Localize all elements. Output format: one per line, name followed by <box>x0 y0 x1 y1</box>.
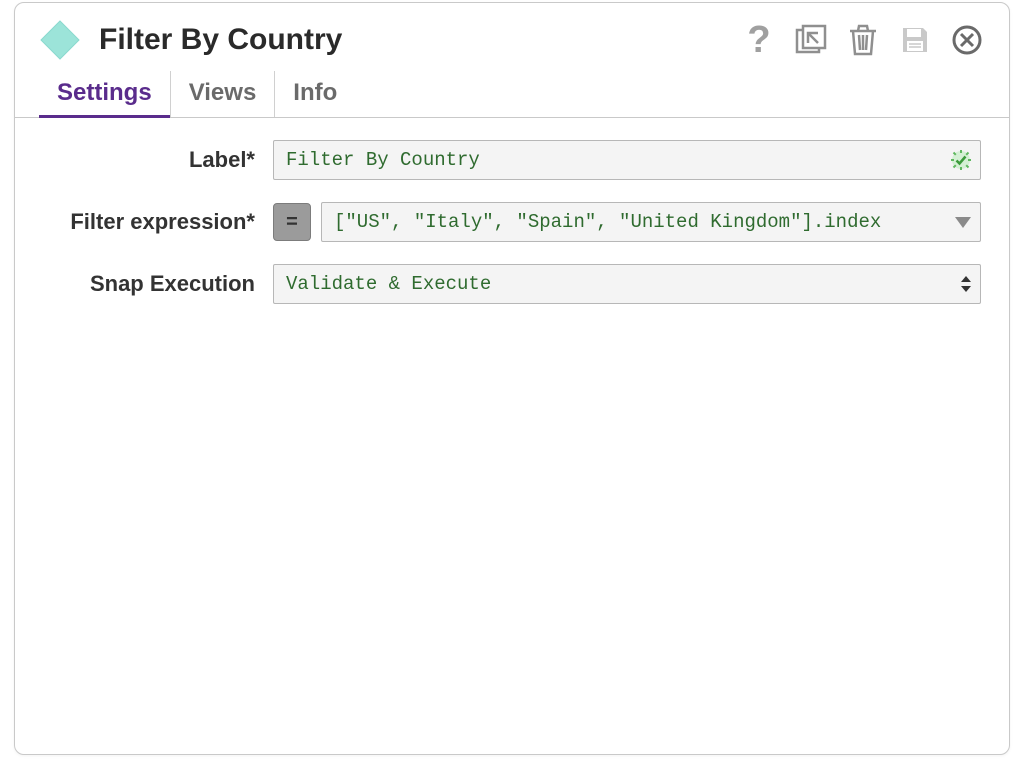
delete-button[interactable] <box>845 22 881 58</box>
panel-toolbar: ? <box>741 22 985 58</box>
tab-bar: Settings Views Info <box>15 71 1009 118</box>
label-input-wrap <box>273 140 981 180</box>
tab-views[interactable]: Views <box>170 71 275 117</box>
snap-execution-select-wrap: Validate & Execute <box>273 264 981 304</box>
close-button[interactable] <box>949 22 985 58</box>
help-button[interactable]: ? <box>741 22 777 58</box>
snap-diamond-icon <box>39 19 81 61</box>
expression-toggle-button[interactable]: = <box>273 203 311 241</box>
settings-panel: Filter By Country ? <box>14 2 1010 755</box>
save-icon <box>899 24 931 56</box>
equals-icon: = <box>286 211 298 234</box>
trash-icon <box>847 23 879 57</box>
expand-button[interactable] <box>793 22 829 58</box>
snap-execution-select[interactable]: Validate & Execute <box>273 264 981 304</box>
close-icon <box>951 24 983 56</box>
tab-settings[interactable]: Settings <box>39 71 170 117</box>
label-input[interactable] <box>273 140 981 180</box>
panel-header: Filter By Country ? <box>15 3 1009 71</box>
field-label-snap-execution: Snap Execution <box>43 264 273 299</box>
row-label: Label* <box>43 140 981 180</box>
filter-expression-input[interactable] <box>321 202 981 242</box>
filter-expression-input-wrap <box>321 202 981 242</box>
settings-form: Label* <box>15 118 1009 348</box>
valid-check-icon <box>949 148 973 172</box>
expand-icon <box>794 23 828 57</box>
field-label-label: Label* <box>43 140 273 175</box>
row-filter-expression: Filter expression* = <box>43 202 981 242</box>
row-snap-execution: Snap Execution Validate & Execute <box>43 264 981 304</box>
tab-info[interactable]: Info <box>274 71 355 117</box>
question-icon: ? <box>747 21 770 59</box>
save-button[interactable] <box>897 22 933 58</box>
panel-title: Filter By Country <box>99 23 741 57</box>
field-label-filter-expression: Filter expression* <box>43 202 273 237</box>
